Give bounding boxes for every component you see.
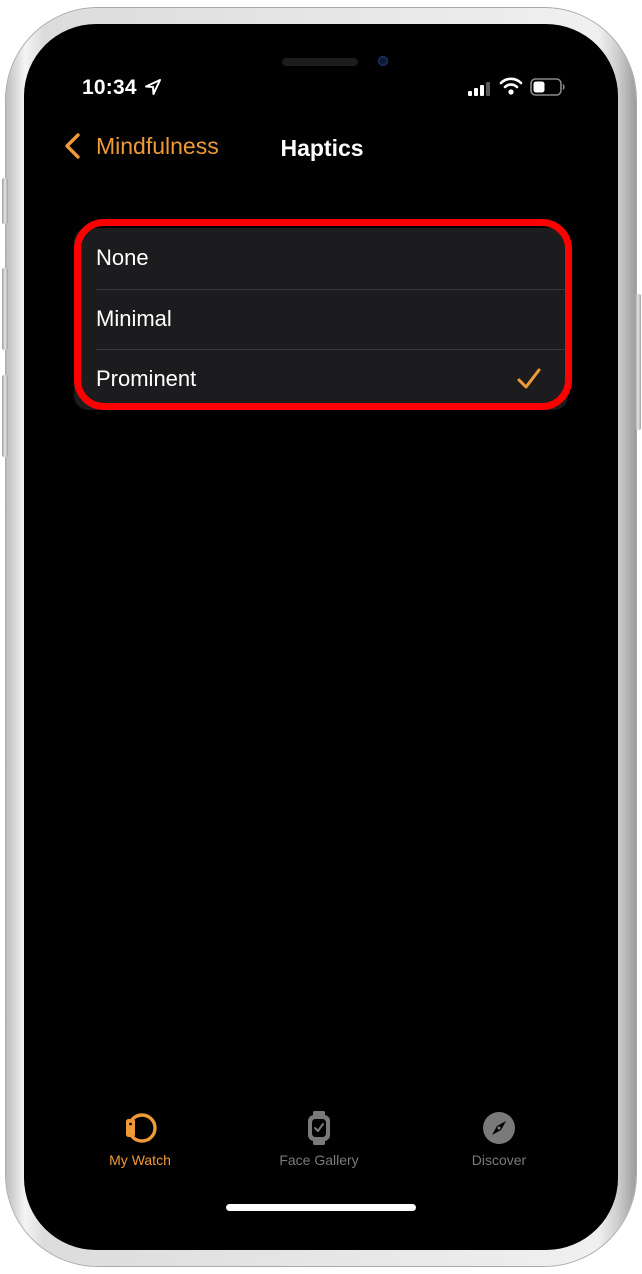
wifi-icon [499, 77, 523, 95]
option-label: Prominent [96, 366, 197, 392]
tab-my-watch[interactable]: My Watch [70, 1110, 210, 1168]
front-camera [378, 56, 388, 66]
face-gallery-icon [308, 1111, 330, 1145]
battery-icon [530, 78, 565, 96]
location-arrow-icon [145, 79, 161, 95]
haptics-options-list: None Minimal Prominent [74, 228, 568, 410]
screen: 10:34 Mindfulness Haptics None Minimal P… [24, 24, 618, 1250]
tab-label: Face Gallery [279, 1152, 359, 1168]
option-label: Minimal [96, 305, 172, 331]
tab-bar: My Watch Face Gallery Discover [24, 1110, 618, 1180]
status-time: 10:34 [82, 76, 137, 99]
discover-compass-icon [483, 1112, 515, 1144]
option-prominent[interactable]: Prominent [74, 349, 568, 410]
tab-discover[interactable]: Discover [429, 1110, 569, 1168]
cellular-signal-icon [468, 82, 490, 96]
side-button [635, 294, 641, 430]
tab-face-gallery[interactable]: Face Gallery [249, 1110, 389, 1168]
speaker-grille [282, 58, 358, 66]
home-indicator[interactable] [226, 1204, 416, 1211]
page-title: Haptics [280, 135, 364, 161]
volume-up-button [2, 268, 8, 350]
mute-switch [2, 178, 8, 224]
option-none[interactable]: None [74, 228, 568, 289]
my-watch-icon [126, 1113, 157, 1143]
checkmark-icon [517, 368, 541, 389]
tab-label: Discover [471, 1152, 527, 1168]
option-minimal[interactable]: Minimal [74, 288, 568, 350]
option-label: None [96, 245, 149, 271]
tab-label: My Watch [109, 1152, 171, 1168]
volume-down-button [2, 375, 8, 457]
